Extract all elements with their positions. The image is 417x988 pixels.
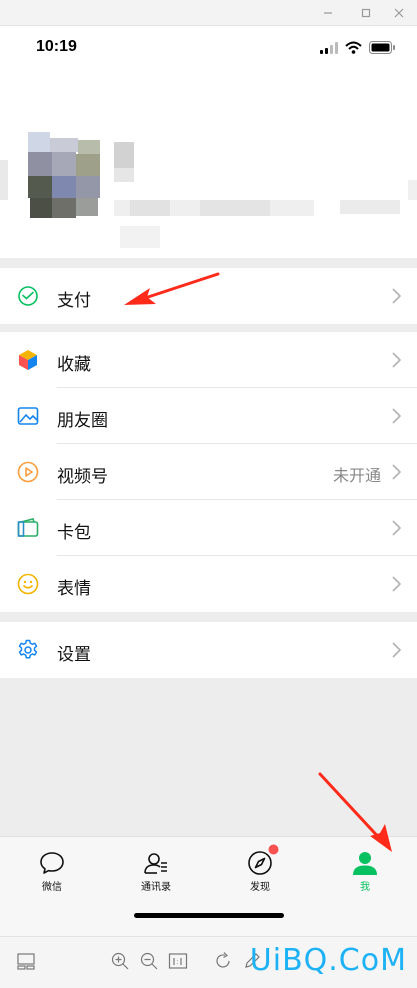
home-indicator[interactable] [134,913,284,918]
menu-item-label: 支付 [57,291,91,310]
status-time: 10:19 [36,38,77,55]
tab-label: 微信 [42,882,62,893]
menu-item-label: 朋友圈 [57,411,108,430]
status-bar: 10:19 [0,26,417,70]
menu-item-moments[interactable]: 朋友圈 [0,388,417,444]
menu-item-value: 未开通 [332,468,381,485]
layout-icon[interactable] [16,951,36,971]
chevron-right-icon [392,520,401,536]
tab-contacts[interactable]: 通讯录 [104,837,208,897]
profile-header[interactable] [0,70,417,258]
photo-icon [17,407,39,425]
menu-item-label: 表情 [57,579,91,598]
pay-group: 支付 [0,268,417,324]
menu-item-favorites[interactable]: 收藏 [0,332,417,388]
menu-item-label: 收藏 [57,355,91,374]
wechat-pay-icon [18,286,38,306]
tab-label: 我 [360,882,370,893]
tab-label: 通讯录 [141,882,171,893]
favorites-cube-icon [19,350,37,370]
tab-discover[interactable]: 发现 [208,837,312,897]
menu-item-label: 视频号 [57,467,108,486]
actual-size-icon[interactable] [168,951,188,971]
person-icon [353,852,377,875]
wifi-icon [345,41,362,54]
card-wallet-icon [17,518,39,537]
chevron-right-icon [392,408,401,424]
battery-icon [369,41,395,54]
features-group: 收藏 朋友圈 视频号 未开通 卡包 表情 [0,332,417,612]
rotate-icon[interactable] [213,951,233,971]
chevron-right-icon [392,288,401,304]
settings-group: 设置 [0,622,417,678]
tab-label: 发现 [250,882,270,893]
phone-screen: 10:19 支付 收藏 朋友圈 视频号 未开通 卡包 表情 设置 微信 通讯录 … [0,26,417,936]
menu-item-channels[interactable]: 视频号 未开通 [0,444,417,500]
smiley-icon [17,573,39,595]
window-titlebar [0,0,417,26]
maximize-icon[interactable] [355,3,377,23]
chevron-right-icon [392,576,401,592]
close-icon[interactable] [388,3,410,23]
gear-icon [18,639,38,659]
menu-item-cards[interactable]: 卡包 [0,500,417,556]
watermark: UiBQ.CoM [249,943,407,978]
chat-bubble-icon [40,852,64,874]
simulator-toolbar: UiBQ.CoM [0,936,417,988]
menu-item-pay[interactable]: 支付 [0,268,417,324]
menu-item-label: 卡包 [57,523,91,542]
notification-badge [268,844,279,855]
zoom-out-icon[interactable] [139,951,159,971]
avatar [0,132,417,248]
channels-play-icon [17,461,39,483]
menu-item-stickers[interactable]: 表情 [0,556,417,612]
chevron-right-icon [392,464,401,480]
tab-chats[interactable]: 微信 [0,837,104,897]
tab-bar: 微信 通讯录 发现 我 [0,836,417,936]
chevron-right-icon [392,642,401,658]
menu-item-settings[interactable]: 设置 [0,622,417,678]
zoom-in-icon[interactable] [110,951,130,971]
menu-item-label: 设置 [57,645,91,664]
chevron-right-icon [392,352,401,368]
contacts-icon [144,853,167,874]
minimize-icon[interactable] [317,3,339,23]
tab-me[interactable]: 我 [313,837,417,897]
signal-icon [320,42,338,54]
